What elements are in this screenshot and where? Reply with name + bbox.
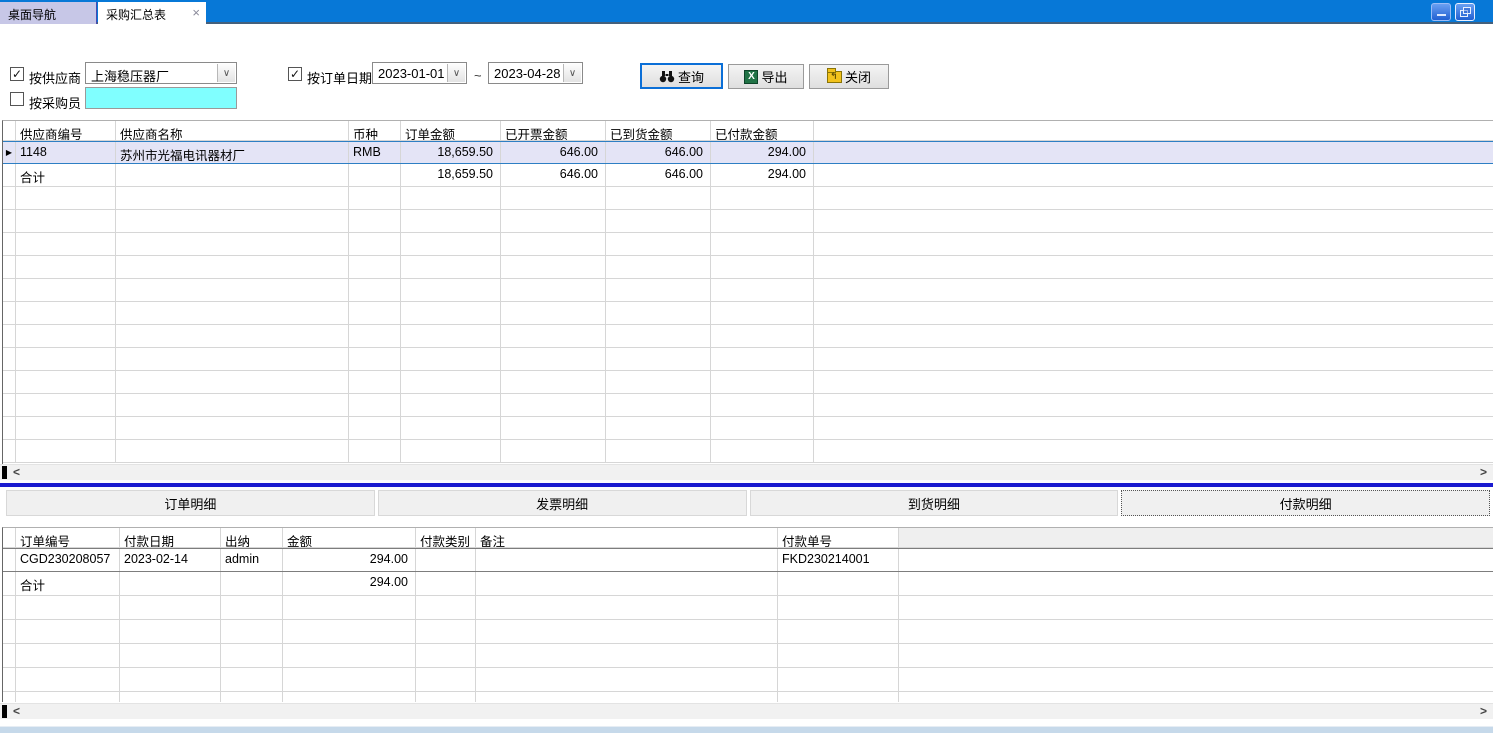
close-button[interactable]: ↰ 关闭 [809,64,889,89]
col-header-cashier[interactable]: 出纳 [221,528,283,547]
record-selector-header [3,528,16,547]
supplier-checkbox-label: 按供应商 [29,68,81,87]
col-header-supplier-code[interactable]: 供应商编号 [16,121,116,140]
cell-order-no[interactable]: CGD230208057 [16,549,120,571]
summary-hscrollbar[interactable]: < > [0,464,1493,480]
col-header-received-amount[interactable]: 已到货金额 [606,121,711,140]
date-from-select[interactable]: 2023-01-01 ∨ [372,62,467,84]
cell-total-order-amount: 18,659.50 [401,164,501,186]
col-header-amount[interactable]: 金额 [283,528,416,547]
binoculars-icon [659,70,675,83]
col-header-order-no[interactable]: 订单编号 [16,528,120,547]
cell-total-received-amount: 646.00 [606,164,711,186]
title-bar: 桌面导航 采购汇总表 × [0,0,1493,24]
cell-invoiced-amount[interactable]: 646.00 [501,142,606,163]
col-header-payment-date[interactable]: 付款日期 [120,528,221,547]
col-header-supplier-name[interactable]: 供应商名称 [116,121,349,140]
cell-total-label: 合计 [16,164,116,186]
table-total-row[interactable]: 合计 294.00 [3,572,1493,596]
purchaser-input[interactable] [85,87,237,109]
cell-total-invoiced-amount: 646.00 [501,164,606,186]
cell-supplier-name[interactable]: 苏州市光福电讯器材厂 [116,142,349,163]
order-date-checkbox[interactable]: ✓ [288,67,302,81]
detail-header-row: 订单编号 付款日期 出纳 金额 付款类别 备注 付款单号 [3,528,1493,548]
col-header-payment-slip-no[interactable]: 付款单号 [778,528,899,547]
cell-received-amount[interactable]: 646.00 [606,142,711,163]
cell-paid-amount[interactable]: 294.00 [711,142,814,163]
table-row[interactable]: CGD230208057 2023-02-14 admin 294.00 FKD… [3,548,1493,572]
cell-cashier[interactable]: admin [221,549,283,571]
minimize-button[interactable] [1431,3,1451,21]
purchaser-checkbox-label: 按采购员 [29,93,81,112]
date-to-select[interactable]: 2023-04-28 ∨ [488,62,583,84]
tab-order-detail[interactable]: 订单明细 [6,490,375,516]
cell-total-label: 合计 [16,572,120,595]
supplier-select-value: 上海稳压器厂 [91,69,169,84]
scroll-right-icon[interactable]: > [1480,465,1487,480]
scroll-right-icon[interactable]: > [1480,704,1487,719]
excel-icon: X [744,70,758,84]
cell-total-paid-amount: 294.00 [711,164,814,186]
minimize-icon [1437,14,1446,16]
tab-purchase-summary[interactable]: 采购汇总表 × [98,2,206,24]
scroll-left-icon[interactable]: < [13,704,20,719]
summary-header-row: 供应商编号 供应商名称 币种 订单金额 已开票金额 已到货金额 已付款金额 [3,121,1493,141]
cell-payment-date[interactable]: 2023-02-14 [120,549,221,571]
cell-supplier-code[interactable]: 1148 [16,142,116,163]
date-to-value: 2023-04-28 [494,66,561,81]
close-tab-icon[interactable]: × [192,6,200,19]
tab-invoice-detail[interactable]: 发票明细 [378,490,747,516]
supplier-checkbox[interactable]: ✓ [10,67,24,81]
col-header-paid-amount[interactable]: 已付款金额 [711,121,814,140]
window-bottom-frame [0,726,1493,733]
scrollbar-thumb[interactable] [2,466,7,479]
col-header-order-amount[interactable]: 订单金额 [401,121,501,140]
purchaser-checkbox[interactable] [10,92,24,106]
date-range-separator: ~ [474,68,482,83]
splitter-bar[interactable] [0,483,1493,487]
table-row[interactable]: ▶ 1148 苏州市光福电讯器材厂 RMB 18,659.50 646.00 6… [3,141,1493,164]
cell-amount[interactable]: 294.00 [283,549,416,571]
export-button[interactable]: X 导出 [728,64,804,89]
col-header-currency[interactable]: 币种 [349,121,401,140]
cell-payment-slip-no[interactable]: FKD230214001 [778,549,899,571]
query-button[interactable]: 查询 [640,63,723,89]
order-date-checkbox-label: 按订单日期 [307,68,372,87]
cell-total-amount: 294.00 [283,572,416,595]
scrollbar-thumb[interactable] [2,705,7,718]
detail-tabs: 订单明细 发票明细 到货明细 付款明细 [6,490,1490,516]
col-header-invoiced-amount[interactable]: 已开票金额 [501,121,606,140]
col-header-payment-type[interactable]: 付款类别 [416,528,476,547]
tab-desktop-navigation[interactable]: 桌面导航 [0,2,97,24]
chevron-down-icon[interactable]: ∨ [217,64,235,82]
cell-remark[interactable] [476,549,778,571]
chevron-down-icon[interactable]: ∨ [447,64,465,82]
cell-payment-type[interactable] [416,549,476,571]
supplier-select[interactable]: 上海稳压器厂 ∨ [85,62,237,84]
tab-arrival-detail[interactable]: 到货明细 [750,490,1119,516]
table-total-row[interactable]: 合计 18,659.50 646.00 646.00 294.00 [3,164,1493,187]
app-window: 桌面导航 采购汇总表 × ✓ 按供应商 上海稳压器厂 ∨ 按采购员 ✓ 按订单日… [0,0,1493,733]
tab-label: 采购汇总表 [106,8,166,22]
detail-hscrollbar[interactable]: < > [0,703,1493,719]
scroll-left-icon[interactable]: < [13,465,20,480]
payment-detail-table: 订单编号 付款日期 出纳 金额 付款类别 备注 付款单号 CGD23020805… [2,527,1493,702]
cell-order-amount[interactable]: 18,659.50 [401,142,501,163]
date-from-value: 2023-01-01 [378,66,445,81]
restore-button[interactable] [1455,3,1475,21]
tab-payment-detail[interactable]: 付款明细 [1121,490,1490,516]
folder-exit-icon: ↰ [827,71,842,83]
cell-currency[interactable]: RMB [349,142,401,163]
supplier-summary-table: 供应商编号 供应商名称 币种 订单金额 已开票金额 已到货金额 已付款金额 ▶ … [2,120,1493,464]
chevron-down-icon[interactable]: ∨ [563,64,581,82]
tab-label: 桌面导航 [8,8,56,22]
current-row-marker-icon: ▶ [3,142,16,163]
record-selector-header [3,121,16,140]
col-header-remark[interactable]: 备注 [476,528,778,547]
